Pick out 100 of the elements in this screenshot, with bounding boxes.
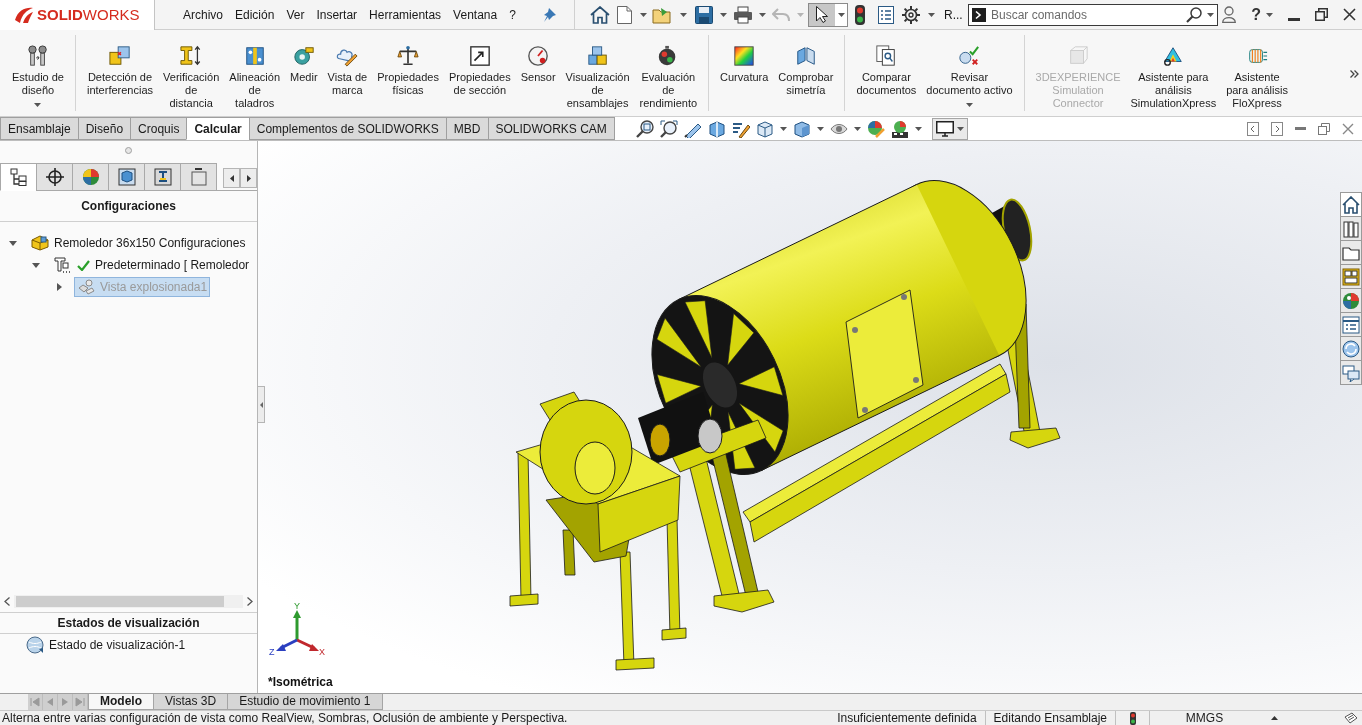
caret-icon[interactable] bbox=[965, 103, 973, 107]
task-pane-tab[interactable] bbox=[1340, 360, 1362, 385]
task-pane-tab[interactable] bbox=[1340, 312, 1362, 337]
tile-left-icon[interactable] bbox=[1247, 121, 1259, 136]
command-tab[interactable]: Calcular bbox=[186, 117, 250, 140]
scroll-right-button[interactable] bbox=[240, 168, 257, 188]
shaded-cube-icon[interactable] bbox=[792, 119, 811, 138]
caret-icon[interactable] bbox=[914, 126, 922, 131]
ribbon-button[interactable]: Estudio de diseño bbox=[7, 35, 69, 111]
menu-item[interactable]: Ventana bbox=[447, 6, 504, 23]
task-pane-tab[interactable] bbox=[1340, 216, 1362, 241]
task-pane-tab[interactable] bbox=[1340, 192, 1362, 217]
save-icon[interactable] bbox=[695, 5, 713, 24]
panel-tab[interactable] bbox=[144, 163, 181, 191]
ribbon-button[interactable]: Propiedades de sección bbox=[443, 35, 516, 111]
task-pane-tab[interactable] bbox=[1340, 240, 1362, 265]
caret-icon[interactable] bbox=[816, 126, 824, 131]
caret-down-icon[interactable] bbox=[32, 262, 40, 268]
task-pane-tab[interactable] bbox=[1340, 264, 1362, 289]
tile-right-icon[interactable] bbox=[1271, 121, 1283, 136]
ribbon-button[interactable]: Vista de marca bbox=[322, 35, 373, 111]
scrollbar-thumb[interactable] bbox=[16, 596, 224, 607]
search-input[interactable]: Buscar comandos bbox=[991, 5, 1181, 24]
caret-right-icon[interactable] bbox=[56, 283, 62, 291]
ribbon-button[interactable]: Asistente para análisis FloXpress bbox=[1221, 35, 1293, 111]
caret-icon[interactable] bbox=[640, 12, 647, 17]
chevron-double-right-icon[interactable] bbox=[1350, 70, 1359, 78]
zoom-area-icon[interactable] bbox=[659, 119, 678, 138]
select-tool-button[interactable] bbox=[808, 2, 848, 27]
units-label[interactable]: MMGS bbox=[1150, 711, 1259, 725]
ribbon-button[interactable]: Medir bbox=[285, 35, 323, 111]
ribbon-button[interactable]: Comprobar simetría bbox=[773, 35, 839, 111]
tree-item[interactable]: Predeterminado [ Remoledor bbox=[51, 255, 253, 275]
ribbon-button[interactable]: Alineación de taladros bbox=[224, 35, 286, 111]
command-tab[interactable]: Ensamblaje bbox=[0, 117, 79, 140]
caret-icon[interactable] bbox=[779, 126, 787, 131]
display-state-item[interactable]: Estado de visualización-1 bbox=[0, 634, 257, 656]
search-field[interactable]: Buscar comandos bbox=[968, 3, 1218, 26]
panel-collapse-handle[interactable] bbox=[258, 386, 265, 423]
menu-item[interactable]: Insertar bbox=[310, 6, 364, 23]
ribbon-button[interactable]: Detección de interferencias bbox=[82, 35, 159, 111]
model-tab[interactable]: Modelo bbox=[88, 694, 154, 710]
pin-icon[interactable] bbox=[543, 7, 556, 22]
ribbon-button[interactable]: Comparar documentos bbox=[851, 35, 922, 111]
command-tab[interactable]: MBD bbox=[445, 117, 489, 140]
toolbar-label[interactable]: R... bbox=[944, 5, 963, 24]
panel-tab[interactable] bbox=[36, 163, 73, 191]
caret-icon[interactable] bbox=[928, 12, 935, 17]
menu-item[interactable]: Edición bbox=[229, 6, 281, 23]
ribbon-button[interactable]: Curvatura bbox=[715, 35, 774, 111]
caret-icon[interactable] bbox=[680, 12, 687, 17]
caret-icon[interactable] bbox=[853, 126, 861, 131]
search-icon[interactable] bbox=[1186, 6, 1202, 23]
menu-item[interactable]: Herramientas bbox=[363, 6, 448, 23]
settings-icon[interactable] bbox=[902, 5, 920, 24]
caret-up-icon[interactable] bbox=[1271, 716, 1278, 720]
tag-icon[interactable] bbox=[1344, 712, 1358, 724]
ribbon-button[interactable]: Revisar documento activo bbox=[921, 35, 1018, 111]
panel-tab[interactable] bbox=[0, 163, 37, 191]
cube-icon[interactable] bbox=[755, 119, 774, 138]
scrollbar-track[interactable] bbox=[14, 595, 243, 608]
folder-icon[interactable] bbox=[652, 5, 672, 24]
ribbon-button[interactable]: Asistente para análisis SimulationXpress bbox=[1125, 35, 1222, 111]
ribbon-button[interactable]: Propiedades físicas bbox=[372, 35, 444, 111]
caret-icon[interactable] bbox=[1207, 12, 1214, 17]
help-button[interactable]: ? bbox=[1251, 6, 1261, 23]
color-ball-pencil-icon[interactable] bbox=[866, 119, 885, 138]
command-tab[interactable]: Complementos de SOLIDWORKS bbox=[248, 117, 447, 140]
ribbon-button[interactable]: Verificación de distancia bbox=[158, 35, 225, 111]
command-tab[interactable]: SOLIDWORKS CAM bbox=[487, 117, 615, 140]
tree-item[interactable]: Remoledor 36x150 Configuraciones bbox=[28, 233, 249, 253]
scene-ball-icon[interactable] bbox=[890, 119, 909, 138]
list-icon[interactable] bbox=[878, 5, 894, 24]
zoom-fit-icon[interactable] bbox=[635, 119, 654, 138]
document-icon[interactable] bbox=[617, 5, 632, 24]
close-icon[interactable] bbox=[1343, 8, 1356, 21]
user-icon[interactable] bbox=[1222, 6, 1237, 23]
printer-icon[interactable] bbox=[733, 5, 753, 24]
traffic-light-icon[interactable] bbox=[855, 4, 865, 25]
caret-icon[interactable] bbox=[1266, 12, 1273, 17]
ribbon-button[interactable]: Visualización de ensamblajes bbox=[560, 35, 635, 111]
model-tab[interactable]: Estudio de movimiento 1 bbox=[227, 694, 383, 710]
restore-icon[interactable] bbox=[1315, 8, 1328, 21]
task-pane-tab[interactable] bbox=[1340, 336, 1362, 361]
ribbon-button[interactable]: Evaluación de rendimiento bbox=[634, 35, 703, 111]
caret-icon[interactable] bbox=[34, 103, 42, 107]
caret-down-icon[interactable] bbox=[9, 240, 17, 246]
scroll-left-icon[interactable] bbox=[4, 597, 10, 606]
scroll-left-button[interactable] bbox=[223, 168, 240, 188]
menu-item[interactable]: ? bbox=[503, 6, 522, 23]
home-icon[interactable] bbox=[590, 5, 610, 24]
caret-icon[interactable] bbox=[759, 12, 766, 17]
scroll-right-icon[interactable] bbox=[247, 597, 253, 606]
display-pane-button[interactable] bbox=[931, 117, 968, 140]
ribbon-button[interactable]: Sensor bbox=[515, 35, 561, 111]
section-cube-icon[interactable] bbox=[707, 119, 726, 138]
command-tab[interactable]: Diseño bbox=[77, 117, 132, 140]
task-pane-tab[interactable] bbox=[1340, 288, 1362, 313]
command-tab[interactable]: Croquis bbox=[130, 117, 188, 140]
caret-icon[interactable] bbox=[720, 12, 727, 17]
